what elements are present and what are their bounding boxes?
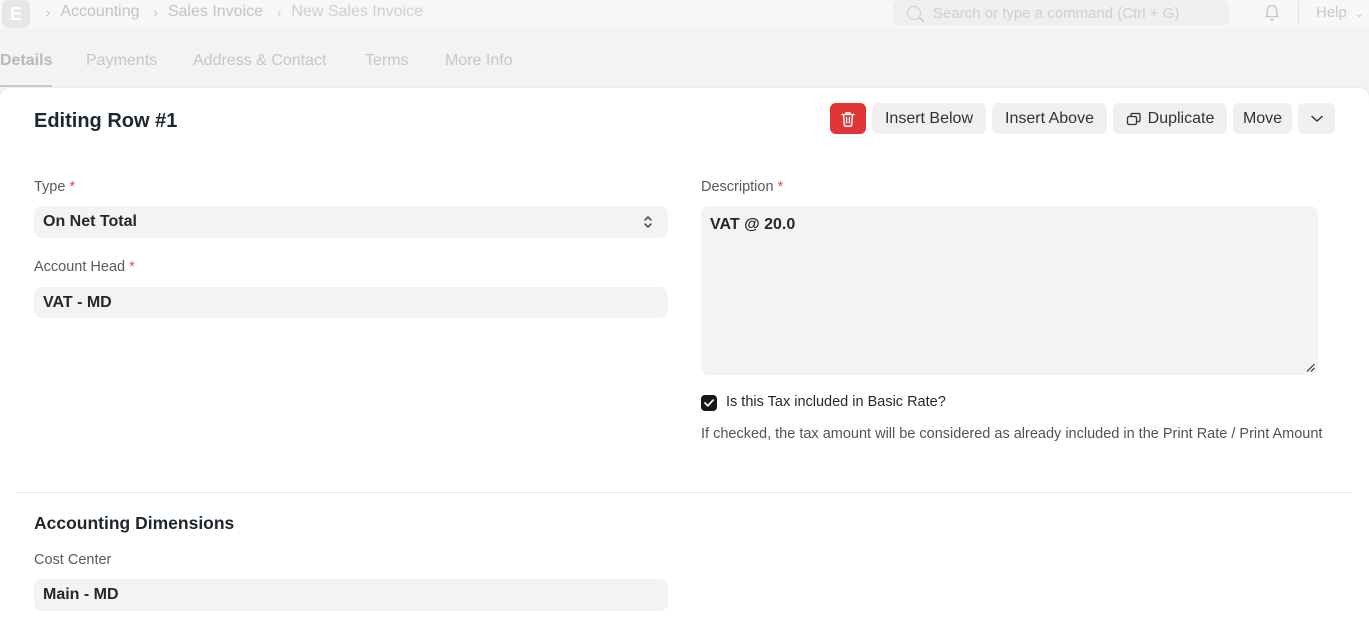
chevron-right-icon: › <box>153 4 158 20</box>
tab-details[interactable]: Details <box>0 52 52 70</box>
description-value: VAT @ 20.0 <box>710 216 796 233</box>
account-head-label: Account Head * <box>34 259 135 275</box>
help-label: Help <box>1316 4 1347 21</box>
insert-above-button[interactable]: Insert Above <box>992 103 1107 134</box>
cost-center-value: Main - MD <box>43 586 119 603</box>
required-asterisk: * <box>777 179 784 195</box>
trash-icon <box>841 111 855 127</box>
navbar: E › Accounting › Sales Invoice › New Sal… <box>0 0 1369 28</box>
breadcrumb-accounting[interactable]: Accounting <box>60 3 139 21</box>
panel-title: Editing Row #1 <box>34 110 178 132</box>
duplicate-label: Duplicate <box>1147 109 1215 127</box>
tab-more-info[interactable]: More Info <box>445 52 513 70</box>
help-dropdown[interactable]: Help ⌄ <box>1316 4 1364 21</box>
description-textarea[interactable]: VAT @ 20.0 <box>701 206 1318 375</box>
delete-row-button[interactable] <box>830 103 866 134</box>
tax-included-checkbox[interactable] <box>701 395 717 411</box>
search-input[interactable]: Search or type a command (Ctrl + G) <box>893 0 1229 26</box>
chevron-down-icon: ⌄ <box>1355 8 1365 20</box>
search-icon <box>907 6 921 20</box>
type-select-value: On Net Total <box>43 213 137 230</box>
resize-handle-icon[interactable] <box>1306 363 1315 372</box>
edit-row-panel: Editing Row #1 Insert Below Insert Above… <box>0 88 1369 644</box>
search-placeholder: Search or type a command (Ctrl + G) <box>933 4 1180 22</box>
cost-center-label: Cost Center <box>34 552 112 568</box>
accounting-dimensions-heading: Accounting Dimensions <box>34 513 235 533</box>
section-divider <box>16 492 1352 493</box>
notification-bell-icon[interactable] <box>1264 4 1280 22</box>
navbar-divider <box>1298 2 1299 24</box>
description-label: Description * <box>701 179 784 195</box>
chevron-right-icon: › <box>46 4 51 20</box>
checkmark-icon <box>704 399 714 407</box>
select-arrows-icon <box>644 216 652 228</box>
type-label: Type * <box>34 179 76 195</box>
duplicate-icon <box>1126 112 1141 125</box>
move-button[interactable]: Move <box>1233 103 1292 134</box>
required-asterisk: * <box>129 259 135 275</box>
account-head-value: VAT - MD <box>43 293 112 311</box>
app-logo[interactable]: E <box>2 0 30 28</box>
type-select[interactable]: On Net Total <box>34 206 668 238</box>
account-head-field[interactable]: VAT - MD <box>34 287 668 318</box>
tab-payments[interactable]: Payments <box>86 52 157 70</box>
tax-included-help-text: If checked, the tax amount will be consi… <box>701 426 1323 442</box>
active-tab-indicator <box>0 85 52 87</box>
breadcrumb: › Accounting › Sales Invoice › New Sales… <box>46 3 437 21</box>
breadcrumb-current: New Sales Invoice <box>291 3 423 20</box>
required-asterisk: * <box>69 179 76 195</box>
more-actions-button[interactable] <box>1298 103 1335 134</box>
insert-below-button[interactable]: Insert Below <box>872 103 986 134</box>
cost-center-field[interactable]: Main - MD <box>34 579 668 611</box>
chevron-down-icon <box>1310 115 1323 122</box>
form-tabs: Details Payments Address & Contact Terms… <box>0 40 1369 88</box>
breadcrumb-sales-invoice[interactable]: Sales Invoice <box>168 3 263 21</box>
tab-terms[interactable]: Terms <box>365 52 409 70</box>
chevron-right-icon: › <box>277 4 282 20</box>
duplicate-button[interactable]: Duplicate <box>1113 103 1227 134</box>
tab-address-contact[interactable]: Address & Contact <box>193 52 326 70</box>
tax-included-label[interactable]: Is this Tax included in Basic Rate? <box>726 394 946 410</box>
